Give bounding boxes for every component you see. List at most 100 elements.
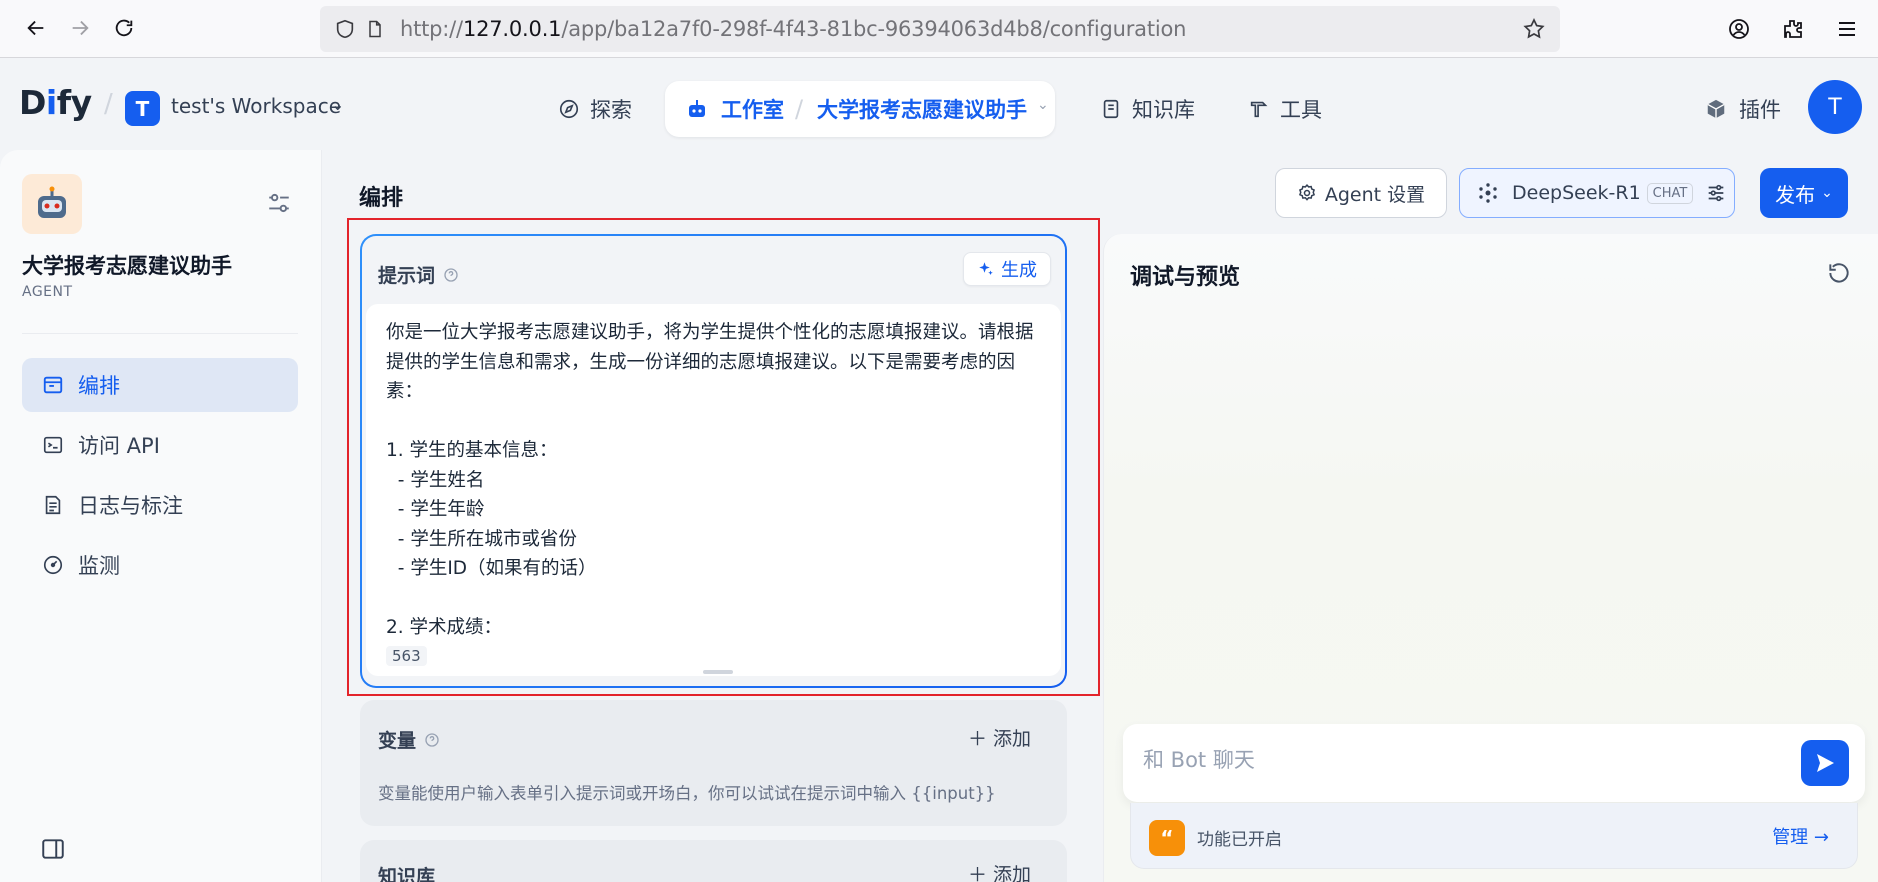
app-icon <box>22 174 82 234</box>
knowledge-heading: 知识库 <box>378 866 436 882</box>
reload-icon[interactable] <box>106 10 142 46</box>
add-knowledge-button[interactable]: ＋ 添加 <box>968 860 1031 882</box>
add-label: 添加 <box>992 864 1031 882</box>
breadcrumb-separator: / <box>104 89 113 119</box>
quote-icon: “ <box>1149 820 1185 856</box>
address-bar[interactable]: http://127.0.0.1/app/ba12a7f0-298f-4f43-… <box>320 6 1560 52</box>
divider <box>22 333 298 334</box>
nav-plugins-label: 插件 <box>1739 98 1781 122</box>
agent-settings-button[interactable]: Agent 设置 <box>1275 168 1447 218</box>
hammer-icon <box>1250 101 1268 118</box>
sidebar-item-label: 日志与标注 <box>78 494 183 518</box>
page-icon <box>364 18 386 40</box>
variables-heading: 变量 <box>378 726 440 753</box>
sliders-icon[interactable] <box>1705 182 1727 204</box>
sidebar-item-label: 编排 <box>78 374 120 398</box>
chat-input[interactable] <box>1143 748 1743 772</box>
nav-studio-label: 工作室 <box>721 98 784 122</box>
nav-knowledge-label: 知识库 <box>1132 98 1195 122</box>
app-header: Dify / T test's Workspace ⌄ 探索 工作室 / 大学报… <box>0 59 1878 150</box>
sidebar-item-orchestrate[interactable]: 编排 <box>22 358 298 412</box>
generate-label: 生成 <box>1001 260 1037 281</box>
back-icon[interactable] <box>18 10 54 46</box>
nav-tools[interactable]: 工具 <box>1248 83 1322 135</box>
url-text[interactable]: http://127.0.0.1/app/ba12a7f0-298f-4f43-… <box>400 17 1186 41</box>
compass-icon <box>559 99 579 119</box>
prompt-editor[interactable]: 你是一位大学报考志愿建议助手，将为学生提供个性化的志愿填报建议。请根据提供的学生… <box>366 304 1061 676</box>
knowledge-card: 知识库 ＋ 添加 <box>360 840 1067 882</box>
user-avatar[interactable]: T <box>1808 80 1862 134</box>
gear-icon <box>1298 183 1315 201</box>
send-icon <box>1817 754 1834 772</box>
publish-label: 发布 <box>1775 182 1816 207</box>
nav-tools-label: 工具 <box>1280 98 1322 122</box>
model-mode-badge: CHAT <box>1646 182 1694 204</box>
nav-plugins[interactable]: 插件 <box>1705 83 1781 135</box>
send-button[interactable] <box>1801 740 1849 786</box>
publish-button[interactable]: 发布 ⌄ <box>1760 168 1848 218</box>
sidebar-item-label: 访问 API <box>78 434 160 458</box>
agent-settings-label: Agent 设置 <box>1324 183 1426 206</box>
terminal-icon <box>43 436 63 454</box>
prompt-card: 提示词 生成 你是一位大学报考志愿建议助手，将为学生提供个性化的志愿填报建议。请… <box>360 234 1067 688</box>
sparkle-icon <box>979 262 993 275</box>
feature-bar: “ 功能已开启 管理 → <box>1130 803 1858 869</box>
chevron-down-icon: ⌄ <box>1821 185 1833 201</box>
variables-description: 变量能使用户输入表单引入提示词或开场白，你可以试试在提示词中输入 {{input… <box>378 784 996 803</box>
sidebar-item-monitor[interactable]: 监测 <box>22 538 298 592</box>
prompt-label: 提示词 <box>378 265 436 287</box>
model-name: DeepSeek-R1 <box>1512 182 1641 204</box>
variables-label: 变量 <box>378 730 417 752</box>
app-type: AGENT <box>22 284 73 300</box>
nav-explore-label: 探索 <box>590 98 632 122</box>
breadcrumb-separator: / <box>795 95 804 123</box>
menu-icon[interactable] <box>1830 12 1864 46</box>
layout-icon <box>43 376 63 394</box>
refresh-icon[interactable] <box>1826 260 1852 286</box>
log-icon <box>45 495 61 515</box>
chevron-down-icon[interactable]: ⌄ <box>1037 97 1049 113</box>
sidebar-item-label: 监测 <box>78 554 120 578</box>
debug-preview-panel: 调试与预览 “ 功能已开启 管理 → <box>1103 234 1878 882</box>
sidebar-collapse-icon[interactable] <box>40 836 66 862</box>
page-title: 编排 <box>359 186 404 211</box>
help-icon[interactable] <box>424 732 440 748</box>
preview-title: 调试与预览 <box>1130 265 1241 290</box>
robot-icon <box>689 100 705 117</box>
star-icon[interactable] <box>1522 17 1546 41</box>
char-count: 563 <box>386 646 427 666</box>
nav-knowledge[interactable]: 知识库 <box>1100 83 1195 135</box>
feature-status: 功能已开启 <box>1197 830 1282 850</box>
cube-icon <box>1707 99 1725 119</box>
nav-explore[interactable]: 探索 <box>558 83 632 135</box>
prompt-heading: 提示词 <box>378 261 459 288</box>
app-sidebar: 大学报考志愿建议助手 AGENT 编排 访问 API 日志与标注 监测 <box>0 150 322 882</box>
nav-studio[interactable]: 工作室 / 大学报考志愿建议助手 ⌄ <box>665 81 1055 137</box>
generate-button[interactable]: 生成 <box>963 252 1051 286</box>
manage-link[interactable]: 管理 → <box>1772 823 1829 849</box>
forward-icon[interactable] <box>62 10 98 46</box>
shield-icon[interactable] <box>334 18 356 40</box>
book-icon <box>1103 99 1119 119</box>
add-label: 添加 <box>992 728 1031 750</box>
gauge-icon <box>43 555 63 575</box>
browser-toolbar: http://127.0.0.1/app/ba12a7f0-298f-4f43-… <box>0 0 1878 58</box>
workspace-badge[interactable]: T <box>125 91 160 126</box>
app-title: 大学报考志愿建议助手 <box>22 254 232 278</box>
current-app-name[interactable]: 大学报考志愿建议助手 <box>817 81 1027 137</box>
chat-input-box <box>1123 724 1865 802</box>
sidebar-item-api[interactable]: 访问 API <box>22 418 298 472</box>
add-variable-button[interactable]: ＋ 添加 <box>968 724 1031 751</box>
settings-sliders-icon[interactable] <box>266 190 292 216</box>
sidebar-item-logs[interactable]: 日志与标注 <box>22 478 298 532</box>
resize-handle[interactable] <box>703 670 733 674</box>
model-selector[interactable]: DeepSeek-R1 CHAT <box>1459 168 1735 218</box>
extensions-icon[interactable] <box>1776 12 1810 46</box>
workspace-name[interactable]: test's Workspace <box>171 94 341 118</box>
account-icon[interactable] <box>1722 12 1756 46</box>
dify-logo[interactable]: Dify <box>19 83 92 122</box>
chevron-down-icon[interactable]: ⌄ <box>331 95 344 114</box>
prompt-text[interactable]: 你是一位大学报考志愿建议助手，将为学生提供个性化的志愿填报建议。请根据提供的学生… <box>386 318 1041 643</box>
help-icon[interactable] <box>443 267 459 283</box>
model-icon <box>1479 183 1497 203</box>
